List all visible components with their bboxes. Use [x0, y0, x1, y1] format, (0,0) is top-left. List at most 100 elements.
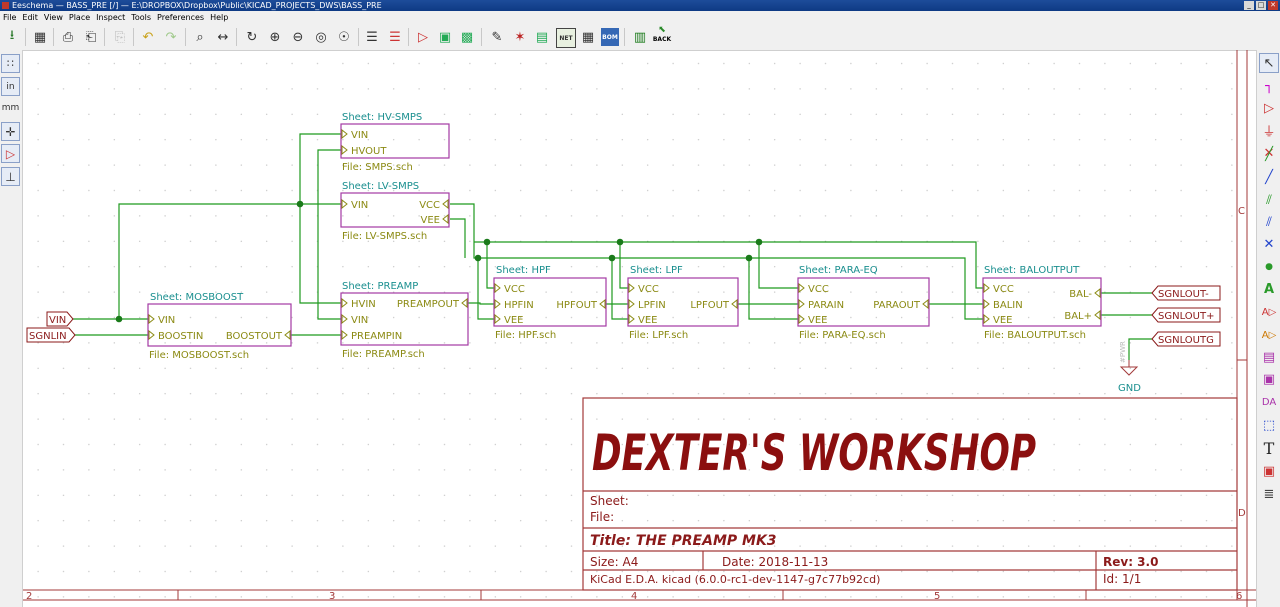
sheet-pin: BOOSTOUT — [226, 331, 283, 342]
add-no-connect-icon[interactable]: ✕ — [1259, 234, 1279, 254]
add-global-label-icon[interactable]: A▷ — [1259, 302, 1279, 322]
add-bus-icon[interactable]: ╱ — [1259, 167, 1279, 187]
sheet-pin: PREAMPIN — [351, 331, 402, 342]
right-toolbar: ↖ ┐ ▷ ⏚ ✕ ╱ ╱ ⫽ ⫽ ✕ ● A A▷ A▷ ▤ ▣ DA ⬚ T… — [1256, 50, 1280, 607]
add-sheet-pin-icon[interactable]: DA — [1259, 392, 1279, 412]
grid-toggle-icon[interactable]: ∷ — [1, 54, 20, 73]
redraw-icon[interactable]: ↻ — [243, 28, 261, 46]
assign-footprints-icon[interactable]: ▤ — [533, 28, 551, 46]
delete-tool-icon[interactable]: ≣ — [1259, 484, 1279, 504]
paste-icon[interactable]: ⎘ — [111, 28, 129, 46]
global-label-sgnlout-minus[interactable]: SGNLOUT- — [1151, 285, 1221, 301]
inch-units-button[interactable]: in — [1, 77, 20, 96]
netlist-button[interactable]: NET — [556, 28, 576, 48]
toolbar-separator — [358, 28, 359, 46]
hidden-pins-icon[interactable]: ▷ — [1, 144, 20, 163]
sheet-pin: VEE — [993, 315, 1012, 326]
add-image-icon[interactable]: ▣ — [1259, 461, 1279, 481]
close-button[interactable]: ✕ — [1268, 1, 1278, 10]
zoom-fit-icon[interactable]: ◎ — [312, 28, 330, 46]
sheet-pin: VEE — [421, 215, 440, 226]
toolbar-separator — [25, 28, 26, 46]
menu-edit[interactable]: Edit — [19, 11, 41, 24]
sheet-pin: BOOSTIN — [158, 331, 203, 342]
sheet-pin: VEE — [504, 315, 523, 326]
sheet-pin: HPFIN — [504, 300, 534, 311]
import-sheet-pin-icon[interactable]: ▣ — [1259, 369, 1279, 389]
global-label-sgnloutg[interactable]: SGNLOUTG — [1151, 331, 1221, 347]
symbol-editor-icon[interactable]: ▷ — [414, 28, 432, 46]
title-block-date: Date: 2018-11-13 — [722, 555, 828, 569]
select-tool-icon[interactable]: ↖ — [1259, 53, 1279, 73]
zoom-selection-icon[interactable]: ☉ — [335, 28, 353, 46]
add-symbol-icon[interactable]: ▷ — [1259, 98, 1279, 118]
pcbnew-icon[interactable]: ▥ — [631, 28, 649, 46]
title-block-sheet-label: Sheet: — [590, 494, 629, 508]
footprint-editor-icon[interactable]: ▩ — [458, 28, 476, 46]
menu-inspect[interactable]: Inspect — [93, 11, 128, 24]
menu-file[interactable]: File — [0, 11, 19, 24]
redo-icon[interactable]: ↷ — [162, 28, 180, 46]
sheet-title: Sheet: PREAMP — [342, 281, 418, 292]
title-block-kicad-version: KiCad E.D.A. kicad (6.0.0-rc1-dev-1147-g… — [590, 573, 880, 586]
back-label: BACK — [652, 36, 672, 43]
annotate-icon[interactable]: ✎ — [488, 28, 506, 46]
sheet-pin: HVIN — [351, 299, 376, 310]
wire-bus-entry-icon[interactable]: ⫽ — [1259, 190, 1279, 210]
sheet-pin: VIN — [351, 315, 368, 326]
frame-col-label: 2 — [26, 591, 32, 602]
sheet-file: File: PREAMP.sch — [342, 349, 425, 360]
mm-units-button[interactable]: mm — [1, 98, 20, 117]
find-replace-icon[interactable]: ↔ — [214, 28, 232, 46]
symbol-browser-icon[interactable]: ▣ — [436, 28, 454, 46]
sheet-file: File: MOSBOOST.sch — [149, 350, 249, 361]
add-hier-label-icon[interactable]: A▷ — [1259, 325, 1279, 345]
bus-bus-entry-icon[interactable]: ⫽ — [1259, 212, 1279, 232]
add-text-icon[interactable]: T — [1259, 438, 1279, 458]
cursor-style-icon[interactable]: ✛ — [1, 122, 20, 141]
schematic-canvas[interactable]: 2 3 4 5 6 C D VIN SGNLIN SGNLOUT- SGNLOU… — [23, 50, 1256, 607]
add-graphic-lines-icon[interactable]: ⬚ — [1259, 415, 1279, 435]
sheet-file: File: SMPS.sch — [342, 162, 413, 173]
global-label-vin[interactable]: VIN — [46, 311, 74, 327]
save-icon[interactable]: ⭳ — [3, 28, 21, 46]
menu-help[interactable]: Help — [207, 11, 231, 24]
sheet-settings-icon[interactable]: ▦ — [31, 28, 49, 46]
add-power-icon[interactable]: ⏚ — [1259, 120, 1279, 140]
sheet-pin: PARAOUT — [873, 300, 921, 311]
junction-dot — [115, 315, 123, 323]
add-sheet-icon[interactable]: ▤ — [1259, 347, 1279, 367]
zoom-in-icon[interactable]: ⊕ — [266, 28, 284, 46]
maximize-button[interactable]: □ — [1256, 1, 1266, 10]
leave-sheet-icon[interactable]: ☰ — [386, 28, 404, 46]
global-label-sgnlin[interactable]: SGNLIN — [26, 327, 76, 343]
zoom-out-icon[interactable]: ⊖ — [289, 28, 307, 46]
symbol-fields-table-icon[interactable]: ▦ — [579, 28, 597, 46]
add-wire-icon[interactable]: ╱ — [1259, 144, 1279, 164]
bom-button[interactable]: BOM — [601, 28, 619, 46]
sheet-title: Sheet: LPF — [630, 265, 683, 276]
menu-place[interactable]: Place — [66, 11, 93, 24]
back-button[interactable]: ⬉ BACK — [653, 26, 671, 44]
print-icon[interactable]: ⎙ — [59, 28, 77, 46]
menu-preferences[interactable]: Preferences — [154, 11, 207, 24]
find-icon[interactable]: ⌕ — [191, 28, 209, 46]
main-toolbar: ⭳ ▦ ⎙ ⎗ ⎘ ↶ ↷ ⌕ ↔ ↻ ⊕ ⊖ ◎ ☉ ☰ ☰ ▷ ▣ ▩ ✎ … — [0, 24, 1280, 51]
add-label-icon[interactable]: A — [1259, 279, 1279, 299]
undo-icon[interactable]: ↶ — [139, 28, 157, 46]
sheet-pin: PREAMPOUT — [397, 299, 460, 310]
highlight-net-icon[interactable]: ┐ — [1259, 76, 1279, 96]
h-v-45-mode-icon[interactable]: ⊥ — [1, 167, 20, 186]
menu-view[interactable]: View — [41, 11, 66, 24]
sheet-pin: VCC — [504, 284, 525, 295]
title-block-file-label: File: — [590, 510, 614, 524]
add-junction-icon[interactable]: ● — [1259, 257, 1279, 277]
menu-tools[interactable]: Tools — [128, 11, 154, 24]
minimize-button[interactable]: _ — [1244, 1, 1254, 10]
erc-icon[interactable]: ✶ — [511, 28, 529, 46]
frame-row-label: C — [1238, 206, 1245, 217]
hierarchy-navigator-icon[interactable]: ☰ — [363, 28, 381, 46]
global-label-sgnlout-plus[interactable]: SGNLOUT+ — [1151, 307, 1221, 323]
global-label-text: SGNLOUT+ — [1158, 311, 1214, 322]
plot-icon[interactable]: ⎗ — [82, 28, 100, 46]
